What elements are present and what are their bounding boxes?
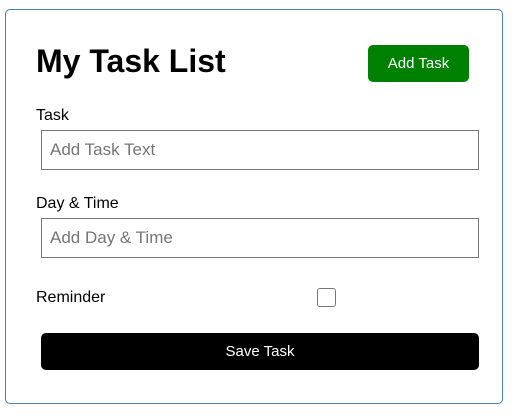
day-time-input[interactable] (41, 218, 479, 258)
task-input[interactable] (41, 130, 479, 170)
save-task-button[interactable]: Save Task (41, 333, 479, 370)
add-task-button[interactable]: Add Task (368, 45, 469, 82)
day-time-label: Day & Time (36, 195, 119, 212)
task-label: Task (36, 107, 69, 124)
reminder-checkbox[interactable] (317, 288, 336, 307)
page-title: My Task List (36, 43, 226, 79)
reminder-label: Reminder (36, 289, 106, 306)
